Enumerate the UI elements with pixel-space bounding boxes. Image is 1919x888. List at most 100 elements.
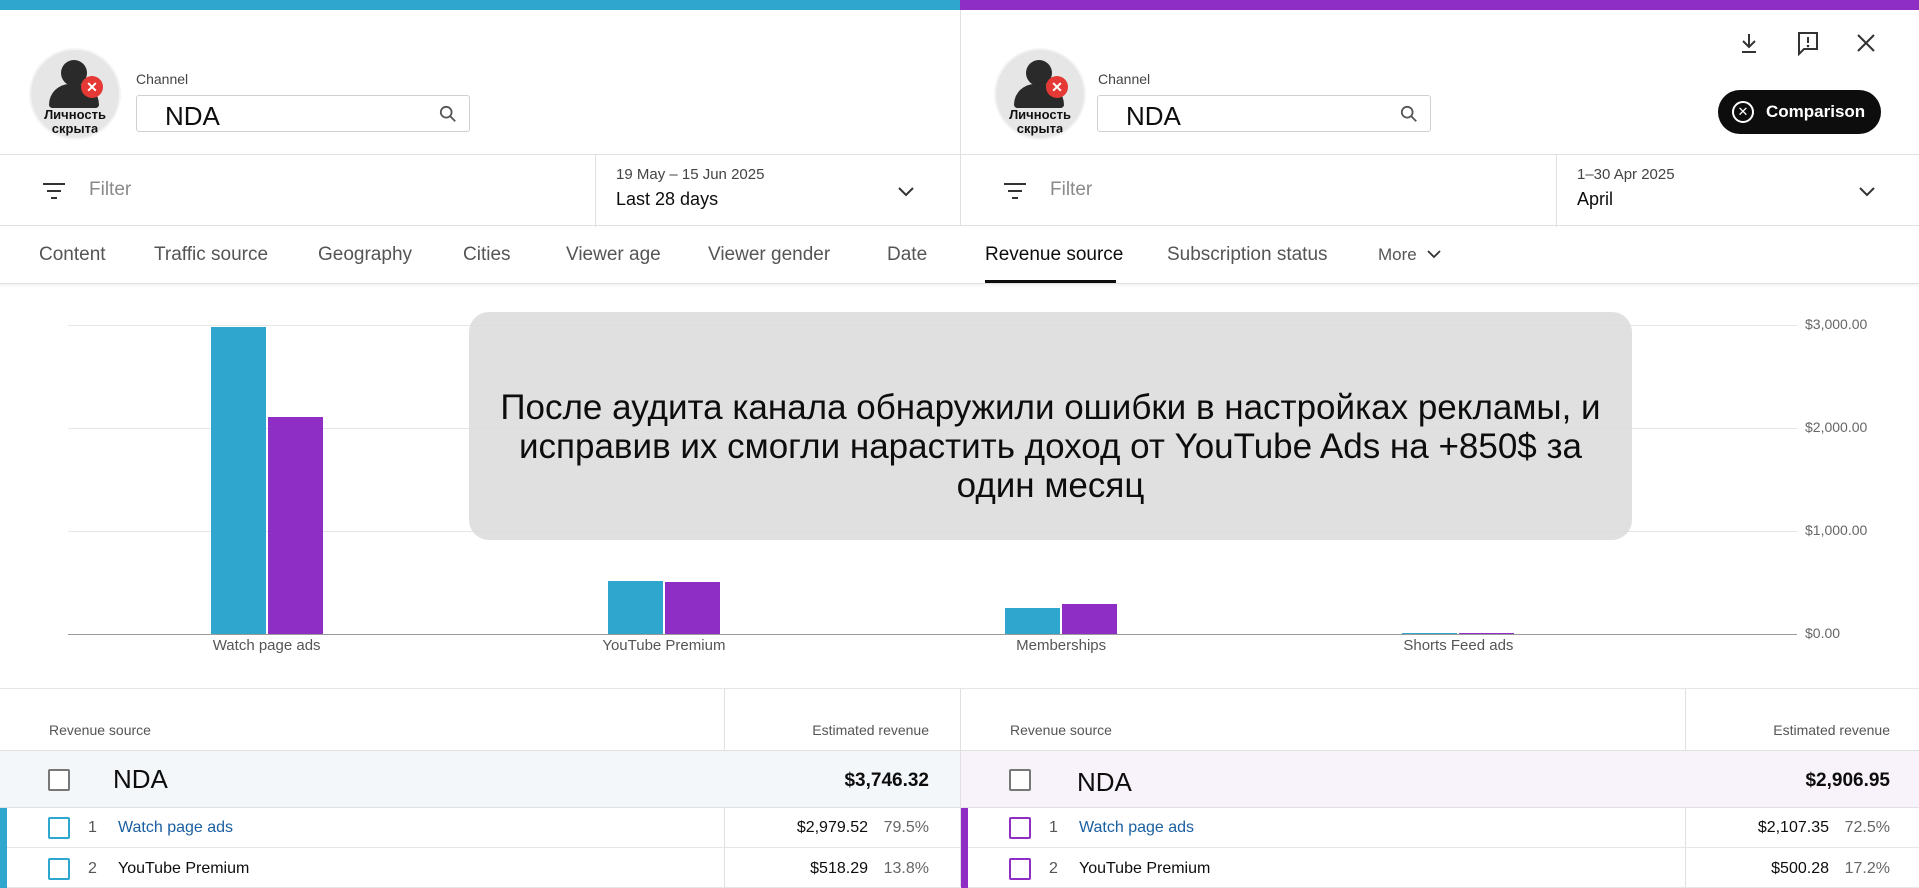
report-tabs: Content Traffic source Geography Cities … bbox=[0, 226, 1919, 284]
tab-revenue-source[interactable]: Revenue source bbox=[985, 244, 1123, 266]
row-checkbox[interactable] bbox=[48, 817, 70, 839]
column-header-revenue-source[interactable]: Revenue source bbox=[49, 722, 151, 738]
active-tab-indicator bbox=[985, 280, 1116, 283]
x-axis-line bbox=[68, 634, 1797, 635]
left-filter-input[interactable]: Filter bbox=[89, 179, 131, 201]
tab-subscription-status[interactable]: Subscription status bbox=[1167, 244, 1328, 266]
bar-memberships-series-1[interactable] bbox=[1005, 608, 1061, 634]
row-rank: 1 bbox=[88, 819, 97, 836]
tab-traffic-source[interactable]: Traffic source bbox=[154, 244, 268, 266]
table-row[interactable]: 1 Watch page ads $2,979.52 79.5% bbox=[0, 808, 960, 848]
row-rank: 2 bbox=[1049, 860, 1058, 877]
bar-memberships-series-2[interactable] bbox=[1062, 604, 1118, 634]
series-color-marker bbox=[0, 808, 7, 848]
series-color-marker bbox=[961, 848, 968, 888]
tab-viewer-age[interactable]: Viewer age bbox=[566, 244, 661, 266]
row-checkbox[interactable] bbox=[48, 858, 70, 880]
column-header-estimated-revenue[interactable]: Estimated revenue bbox=[729, 722, 929, 738]
total-row-value: $2,906.95 bbox=[1805, 770, 1890, 791]
compare-period-color-bar bbox=[960, 0, 1919, 10]
avatar-caption: Личность скрыта bbox=[1009, 107, 1071, 136]
bar-youtube-premium-series-1[interactable] bbox=[607, 580, 663, 634]
row-percent: 17.2% bbox=[1844, 860, 1890, 877]
row-value: $2,979.52 bbox=[796, 819, 868, 836]
tab-cities[interactable]: Cities bbox=[463, 244, 511, 266]
tab-viewer-gender[interactable]: Viewer gender bbox=[708, 244, 830, 266]
x-axis-category-label: Watch page ads bbox=[212, 637, 321, 654]
row-name: YouTube Premium bbox=[118, 860, 250, 877]
x-axis-category-label: Shorts Feed ads bbox=[1403, 637, 1514, 654]
total-row-checkbox[interactable] bbox=[1009, 769, 1031, 791]
table-row[interactable]: 2 YouTube Premium $500.28 17.2% bbox=[961, 848, 1919, 888]
channel-value: NDA bbox=[165, 101, 220, 131]
series-color-marker bbox=[0, 848, 7, 888]
left-channel-search-input[interactable]: NDA bbox=[136, 95, 470, 132]
row-value: $2,107.35 bbox=[1757, 819, 1829, 836]
download-icon[interactable] bbox=[1734, 28, 1764, 58]
column-header-revenue-source[interactable]: Revenue source bbox=[1010, 722, 1112, 738]
current-period-color-bar bbox=[0, 0, 960, 10]
row-checkbox[interactable] bbox=[1009, 817, 1031, 839]
chevron-down-icon[interactable] bbox=[1857, 181, 1877, 201]
row-value: $518.29 bbox=[810, 860, 868, 877]
total-row-value: $3,746.32 bbox=[844, 770, 929, 791]
hidden-identity-x-icon: ✕ bbox=[81, 76, 103, 98]
y-axis-tick-label: $1,000.00 bbox=[1805, 522, 1868, 538]
left-channel-avatar: ✕ Личность скрыта bbox=[29, 48, 121, 140]
comparison-button[interactable]: ✕ Comparison bbox=[1718, 90, 1881, 134]
channel-label: Channel bbox=[136, 71, 189, 87]
chevron-down-icon[interactable] bbox=[896, 181, 916, 201]
left-date-range-picker[interactable]: 19 May – 15 Jun 2025 Last 28 days bbox=[595, 155, 960, 227]
total-row: NDA $3,746.32 bbox=[0, 750, 960, 808]
channel-value: NDA bbox=[1126, 101, 1181, 131]
row-rank: 1 bbox=[1049, 819, 1058, 836]
row-name: YouTube Premium bbox=[1079, 860, 1211, 877]
date-range-text: 19 May – 15 Jun 2025 bbox=[616, 166, 765, 183]
close-icon[interactable] bbox=[1851, 28, 1881, 58]
date-period-name: April bbox=[1577, 189, 1614, 209]
right-filter-input[interactable]: Filter bbox=[1050, 179, 1092, 201]
right-date-range-picker[interactable]: 1–30 Apr 2025 April bbox=[1556, 155, 1919, 227]
table-row[interactable]: 1 Watch page ads $2,107.35 72.5% bbox=[961, 808, 1919, 848]
bar-youtube-premium-series-2[interactable] bbox=[664, 582, 720, 634]
total-row: NDA $2,906.95 bbox=[961, 750, 1919, 808]
row-checkbox[interactable] bbox=[1009, 858, 1031, 880]
filter-icon[interactable] bbox=[42, 181, 66, 201]
bar-watch-page-ads-series-2[interactable] bbox=[267, 416, 323, 634]
row-percent: 72.5% bbox=[1844, 819, 1890, 836]
row-name-link[interactable]: Watch page ads bbox=[1079, 819, 1194, 837]
annotation-text: После аудита канала обнаружили ошибки в … bbox=[500, 388, 1601, 505]
annotation-overlay: После аудита канала обнаружили ошибки в … bbox=[469, 312, 1632, 540]
hidden-identity-x-icon: ✕ bbox=[1046, 76, 1068, 98]
comparison-label: Comparison bbox=[1766, 102, 1866, 121]
y-axis-tick-label: $0.00 bbox=[1805, 625, 1841, 641]
x-axis-category-label: Memberships bbox=[1016, 637, 1107, 654]
row-name-link[interactable]: Watch page ads bbox=[118, 819, 233, 837]
table-row[interactable]: 2 YouTube Premium $518.29 13.8% bbox=[0, 848, 960, 888]
tab-geography[interactable]: Geography bbox=[318, 244, 412, 266]
chevron-down-icon[interactable] bbox=[1426, 246, 1442, 262]
search-icon[interactable] bbox=[439, 105, 457, 123]
column-header-estimated-revenue[interactable]: Estimated revenue bbox=[1690, 722, 1890, 738]
filter-icon[interactable] bbox=[1003, 181, 1027, 201]
right-channel-avatar: ✕ Личность скрыта bbox=[994, 48, 1086, 140]
tab-content[interactable]: Content bbox=[39, 244, 106, 266]
total-row-name: NDA bbox=[1077, 767, 1132, 797]
x-axis-category-label: YouTube Premium bbox=[602, 637, 726, 654]
right-channel-search-input[interactable]: NDA bbox=[1097, 95, 1431, 132]
remove-comparison-icon[interactable]: ✕ bbox=[1732, 101, 1754, 123]
bar-shorts-feed-ads-series-2[interactable] bbox=[1459, 632, 1515, 634]
tab-more[interactable]: More bbox=[1378, 245, 1417, 265]
bar-watch-page-ads-series-1[interactable] bbox=[210, 327, 266, 634]
date-period-name: Last 28 days bbox=[616, 189, 719, 209]
row-value: $500.28 bbox=[1771, 860, 1829, 877]
search-icon[interactable] bbox=[1400, 105, 1418, 123]
tab-date[interactable]: Date bbox=[887, 244, 927, 266]
date-range-text: 1–30 Apr 2025 bbox=[1577, 166, 1675, 183]
series-color-marker bbox=[961, 808, 968, 848]
bar-shorts-feed-ads-series-1[interactable] bbox=[1402, 632, 1458, 634]
total-row-checkbox[interactable] bbox=[48, 769, 70, 791]
avatar-caption: Личность скрыта bbox=[44, 107, 106, 136]
row-rank: 2 bbox=[88, 860, 97, 877]
feedback-icon[interactable] bbox=[1793, 28, 1823, 58]
